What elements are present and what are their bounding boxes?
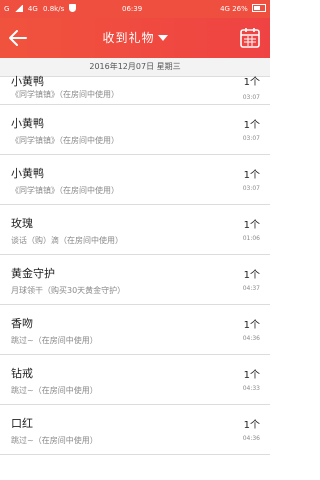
gift-count: 1个 bbox=[243, 420, 260, 431]
gift-detail: 跳过~（在房间中使用） bbox=[11, 336, 98, 345]
caret-down-icon bbox=[157, 35, 168, 41]
gift-count: 1个 bbox=[243, 370, 260, 381]
gift-name: 小黄鸭 bbox=[11, 167, 44, 180]
gift-name: 香吻 bbox=[11, 317, 33, 330]
gift-count: 1个 bbox=[243, 270, 260, 281]
network-label: 4G bbox=[27, 5, 38, 13]
network-speed: 0.8k/s bbox=[43, 5, 65, 13]
gift-detail: 谈话（购）滴（在房间中使用） bbox=[11, 236, 123, 245]
clock: 06:39 bbox=[122, 5, 143, 13]
gift-list: 小黄鸭 《同学镇镇》（在房间中使用） 1个 03:07 小黄鸭 《同学镇镇》（在… bbox=[0, 75, 270, 455]
gift-time: 04:37 bbox=[242, 285, 260, 292]
calendar-button[interactable] bbox=[240, 27, 260, 49]
battery-status: 4G 26% bbox=[220, 5, 248, 13]
gift-detail: 《同学镇镇》（在房间中使用） bbox=[11, 186, 119, 195]
gift-time: 03:07 bbox=[242, 135, 260, 142]
list-item[interactable]: 黄金守护 月球领干（购买30天黄金守护） 1个 04:37 bbox=[0, 255, 270, 305]
page-title: 收到礼物 bbox=[102, 31, 155, 45]
calendar-icon bbox=[240, 28, 260, 48]
list-item[interactable]: 小黄鸭 《同学镇镇》（在房间中使用） 1个 03:07 bbox=[0, 75, 270, 105]
gift-name: 玫瑰 bbox=[11, 217, 33, 230]
gift-detail: 《同学镇镇》（在房间中使用） bbox=[11, 136, 119, 145]
app-header: 收到礼物 bbox=[0, 18, 270, 58]
weekday-label: 星期三 bbox=[156, 62, 181, 71]
shield-icon bbox=[69, 4, 77, 12]
gift-time: 03:07 bbox=[242, 185, 260, 192]
gift-detail: 月球领干（购买30天黄金守护） bbox=[11, 286, 126, 295]
gift-name: 钻戒 bbox=[11, 367, 33, 380]
list-item[interactable]: 小黄鸭 《同学镇镇》（在房间中使用） 1个 03:07 bbox=[0, 105, 270, 155]
gift-count: 1个 bbox=[243, 220, 260, 231]
gift-time: 04:36 bbox=[242, 435, 260, 442]
gift-name: 口红 bbox=[11, 417, 33, 430]
gift-detail: 《同学镇镇》（在房间中使用） bbox=[11, 90, 119, 99]
gift-time: 01:06 bbox=[242, 235, 260, 242]
list-item[interactable]: 口红 跳过~（在房间中使用） 1个 04:36 bbox=[0, 405, 270, 455]
gift-count: 1个 bbox=[243, 77, 260, 88]
list-item[interactable]: 玫瑰 谈话（购）滴（在房间中使用） 1个 01:06 bbox=[0, 205, 270, 255]
gift-time: 04:33 bbox=[242, 385, 260, 392]
gift-time: 04:36 bbox=[242, 335, 260, 342]
date-label: 2016年12月07日 bbox=[89, 62, 155, 71]
carrier-label: G bbox=[4, 5, 10, 13]
list-item[interactable]: 钻戒 跳过~（在房间中使用） 1个 04:33 bbox=[0, 355, 270, 405]
status-bar: G 4G 0.8k/s 06:39 4G 26% bbox=[0, 0, 270, 18]
list-item[interactable]: 小黄鸭 《同学镇镇》（在房间中使用） 1个 03:07 bbox=[0, 155, 270, 205]
gift-name: 小黄鸭 bbox=[11, 75, 44, 88]
gift-detail: 跳过~（在房间中使用） bbox=[11, 436, 98, 445]
gift-name: 黄金守护 bbox=[11, 267, 55, 280]
gift-detail: 跳过~（在房间中使用） bbox=[11, 386, 98, 395]
signal-icon bbox=[14, 5, 23, 12]
title-dropdown[interactable]: 收到礼物 bbox=[0, 18, 270, 58]
list-item[interactable]: 香吻 跳过~（在房间中使用） 1个 04:36 bbox=[0, 305, 270, 355]
gift-count: 1个 bbox=[243, 320, 260, 331]
battery-icon bbox=[252, 4, 266, 12]
gift-count: 1个 bbox=[243, 120, 260, 131]
gift-time: 03:07 bbox=[242, 94, 260, 101]
gift-count: 1个 bbox=[243, 170, 260, 181]
gift-name: 小黄鸭 bbox=[11, 117, 44, 130]
